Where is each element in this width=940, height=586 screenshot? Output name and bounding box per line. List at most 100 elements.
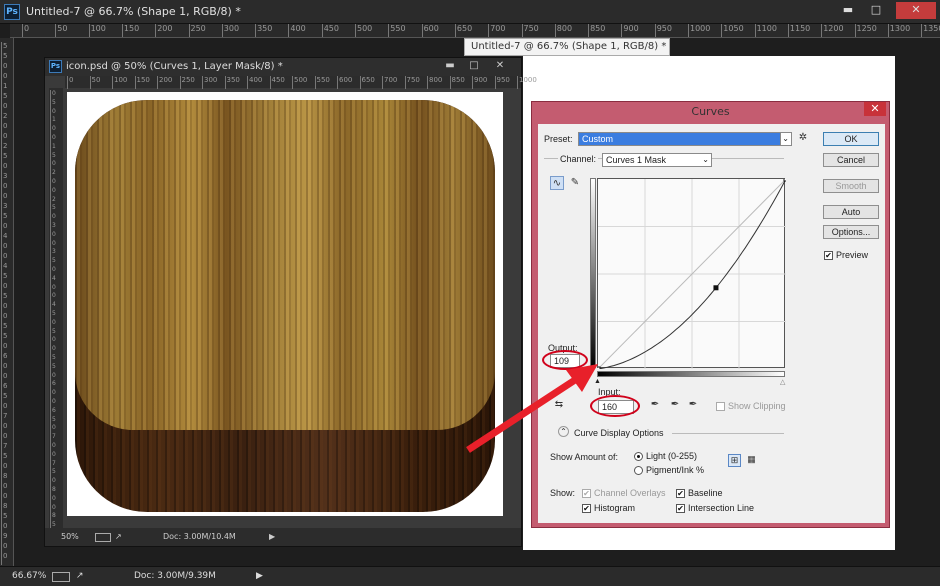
ruler-tick-label: 5: [0, 42, 8, 55]
preset-dropdown-arrow[interactable]: ⌄: [780, 132, 792, 146]
black-point-slider-icon[interactable]: ▲: [594, 378, 601, 385]
preview-label: Preview: [836, 250, 869, 260]
on-image-adjust-icon[interactable]: ⇆: [552, 398, 566, 412]
ruler-tick-label: 5: [0, 322, 8, 335]
wood-icon-artwork: [75, 100, 495, 512]
ruler-tick-label: 0: [0, 492, 8, 505]
ruler-tick-label: 950: [494, 76, 510, 89]
ruler-tick-label: 1200: [821, 24, 844, 37]
doc-status-icon[interactable]: [95, 533, 111, 542]
curves-close-button[interactable]: ✕: [864, 102, 886, 116]
close-button[interactable]: ✕: [896, 2, 936, 19]
ruler-tick-label: 0: [0, 372, 8, 385]
doc-share-icon[interactable]: ↗: [115, 532, 122, 541]
maximize-button[interactable]: □: [862, 2, 890, 19]
ruler-tick-label: 0: [0, 252, 8, 265]
ruler-tick-label: 900: [471, 76, 488, 89]
ruler-tick-label: 0: [0, 312, 8, 325]
expand-options-icon[interactable]: ⌃: [558, 426, 569, 437]
ok-button[interactable]: OK: [823, 132, 879, 146]
doc-zoom-level[interactable]: 50%: [61, 532, 79, 541]
ruler-tick-label: 250: [188, 24, 206, 37]
doc-maximize-button[interactable]: □: [463, 59, 485, 73]
main-status-icon[interactable]: [52, 572, 70, 582]
white-eyedropper-icon[interactable]: ✒: [686, 398, 700, 412]
ruler-tick-label: 0: [50, 398, 56, 411]
ruler-tick-label: 2: [0, 112, 8, 125]
ruler-tick-label: 5: [50, 327, 56, 341]
doc-horizontal-ruler[interactable]: 0 50 100 150 200 250 300 350 400 450 500 550 600 650 7…: [65, 76, 537, 89]
horizontal-ruler[interactable]: 0 50 100 150 200 250 300 350 400 450 500 550 600 650 7…: [10, 24, 940, 38]
main-title-bar: Ps Untitled-7 @ 66.7% (Shape 1, RGB/8) *…: [0, 0, 940, 24]
cancel-button[interactable]: Cancel: [823, 153, 879, 167]
curve-display-options-label[interactable]: Curve Display Options: [574, 428, 664, 438]
ruler-tick-label: 850: [588, 24, 606, 37]
main-zoom-level[interactable]: 66.67%: [12, 571, 46, 581]
show-label: Show:: [550, 488, 576, 498]
preset-dropdown[interactable]: Custom: [578, 132, 788, 146]
ruler-tick-label: 8: [50, 486, 56, 499]
intersection-line-checkbox[interactable]: ✔: [676, 504, 685, 513]
show-clipping-checkbox[interactable]: [716, 402, 725, 411]
ruler-tick-label: 0: [0, 342, 8, 355]
curve-plot[interactable]: [598, 179, 786, 369]
document-canvas[interactable]: [67, 92, 503, 516]
doc-minimize-button[interactable]: ▬: [439, 59, 461, 73]
black-eyedropper-icon[interactable]: ✒: [648, 398, 662, 412]
preview-checkbox[interactable]: ✔: [824, 251, 833, 260]
ruler-tick-label: 9: [0, 532, 8, 545]
doc-vertical-ruler[interactable]: 0501001502002503003504004505005506006507…: [49, 88, 63, 543]
ruler-tick-label: 400: [246, 76, 263, 89]
document-window[interactable]: Ps icon.psd @ 50% (Curves 1, Layer Mask/…: [44, 57, 537, 547]
gear-icon[interactable]: ✲: [796, 131, 810, 145]
auto-button[interactable]: Auto: [823, 205, 879, 219]
baseline-checkbox[interactable]: ✔: [676, 489, 685, 498]
document-title-bar[interactable]: Ps icon.psd @ 50% (Curves 1, Layer Mask/…: [45, 58, 521, 76]
white-point-slider-icon[interactable]: △: [780, 378, 785, 386]
pencil-icon[interactable]: ✎: [568, 176, 582, 190]
ruler-tick-label: 1100: [754, 24, 777, 37]
simple-grid-icon[interactable]: ⊞: [728, 454, 741, 467]
ruler-tick-label: 0: [50, 230, 56, 244]
ruler-tick-label: 7: [50, 433, 56, 447]
ruler-tick-label: 0: [0, 192, 8, 205]
main-status-menu-arrow[interactable]: ▶: [256, 571, 263, 581]
doc-status-menu-arrow[interactable]: ▶: [269, 532, 275, 541]
ruler-tick-label: 0: [0, 552, 8, 565]
channel-dropdown[interactable]: Curves 1 Mask ⌄: [602, 153, 712, 167]
curves-graph[interactable]: [597, 178, 786, 369]
vertical-ruler[interactable]: 5500150200250300350400450500550600650700…: [0, 38, 14, 566]
main-share-icon[interactable]: ↗: [76, 571, 84, 581]
ruler-tick-label: 650: [359, 76, 375, 89]
detailed-grid-icon[interactable]: ▦: [745, 454, 758, 467]
ruler-tick-label: 0: [0, 182, 8, 195]
ruler-tick-label: 0: [0, 462, 8, 475]
ruler-tick-label: 5: [0, 212, 8, 225]
ruler-tick-label: 50: [89, 76, 101, 89]
ruler-tick-label: 1: [0, 82, 8, 95]
ruler-tick-label: 0: [0, 542, 8, 555]
ruler-tick-label: 0: [0, 72, 8, 85]
ruler-tick-label: 0: [50, 186, 56, 200]
options-button[interactable]: Options...: [823, 225, 879, 239]
gray-eyedropper-icon[interactable]: ✒: [668, 398, 682, 412]
ruler-tick-label: 6: [50, 380, 56, 394]
ruler-tick-label: 0: [50, 107, 56, 121]
ruler-tick-label: 6: [0, 352, 8, 365]
curves-dialog[interactable]: Curves ✕ Preset: Custom ⌄ ✲ Channel: Cur…: [531, 101, 890, 528]
smooth-button[interactable]: Smooth: [823, 179, 879, 193]
pigment-radio[interactable]: [634, 466, 643, 475]
minimize-button[interactable]: ▬: [834, 2, 862, 19]
histogram-checkbox[interactable]: ✔: [582, 504, 591, 513]
ruler-tick-label: 0: [50, 318, 56, 332]
doc-close-button[interactable]: ✕: [489, 59, 511, 73]
light-radio[interactable]: [634, 452, 643, 461]
ruler-tick-label: 50: [55, 24, 68, 37]
ruler-tick-label: 0: [50, 389, 56, 403]
ruler-tick-label: 3: [50, 222, 56, 235]
curve-edit-points-icon[interactable]: ∿: [550, 176, 564, 190]
ruler-tick-label: 0: [21, 24, 30, 37]
ruler-tick-label: 0: [50, 345, 56, 359]
channel-overlays-checkbox[interactable]: ✔: [582, 489, 591, 498]
ruler-tick-label: 8: [50, 512, 56, 526]
